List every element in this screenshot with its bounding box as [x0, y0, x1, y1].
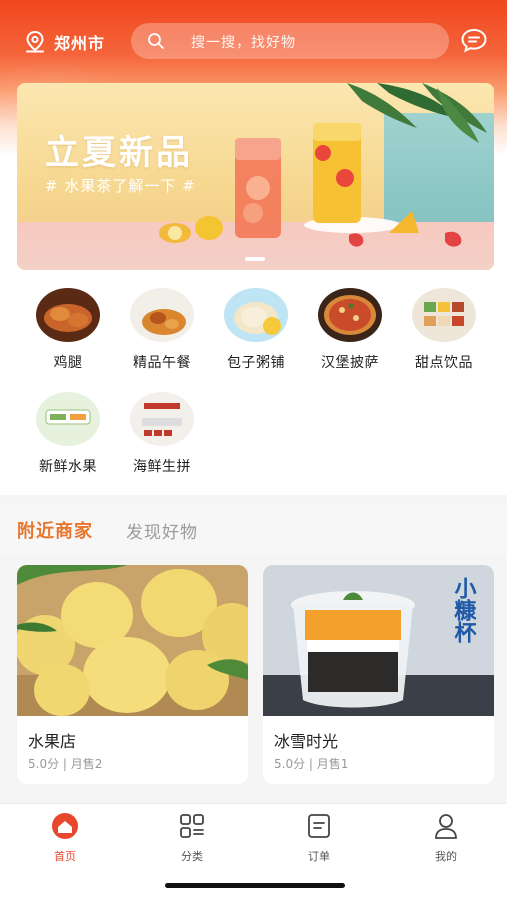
lunch-image [130, 288, 194, 342]
city-selector[interactable]: 郑州市 [54, 30, 105, 54]
drumstick-image [36, 288, 100, 342]
category-label: 鸡腿 [53, 355, 83, 371]
category-item[interactable]: 海鲜生拼 [122, 392, 202, 476]
category-item[interactable]: 新鲜水果 [28, 392, 108, 476]
tab-discover[interactable]: 发现好物 [126, 518, 198, 543]
category-item[interactable]: 包子粥铺 [216, 288, 296, 372]
search-icon [148, 33, 164, 49]
shop-card[interactable]: 小糠杯 冰雪时光 5.0分 | 月售1 [263, 565, 494, 784]
nav-label: 分类 [181, 850, 203, 863]
bun-porridge-image [224, 288, 288, 342]
banner-indicator [245, 257, 265, 261]
seafood-image [130, 392, 194, 446]
message-icon[interactable] [460, 27, 488, 53]
pear-image [17, 565, 248, 716]
home-indicator [165, 883, 345, 888]
shop-rating-sales: 5.0分 | 月售2 [28, 757, 103, 771]
category-label: 新鲜水果 [39, 459, 97, 475]
category-item[interactable]: 鸡腿 [28, 288, 108, 372]
nav-label: 首页 [54, 850, 76, 863]
banner-subtitle: # 水果茶了解一下 # [45, 177, 196, 195]
nav-home[interactable]: 首页 [35, 812, 95, 864]
dessert-cup-image: 小糠杯 [263, 565, 494, 716]
category-label: 汉堡披萨 [321, 355, 379, 371]
shop-name: 水果店 [28, 732, 77, 751]
nav-profile[interactable]: 我的 [416, 812, 476, 864]
nav-orders[interactable]: 订单 [289, 812, 349, 864]
category-grid: 鸡腿 精品午餐 包子粥铺 汉堡披萨 甜点饮品 新鲜水果 海鲜生拼 [0, 280, 507, 495]
category-label: 甜点饮品 [415, 355, 473, 371]
nav-category[interactable]: 分类 [162, 812, 222, 864]
shop-rating-sales: 5.0分 | 月售1 [274, 757, 349, 771]
pizza-image [318, 288, 382, 342]
tab-nearby-shops[interactable]: 附近商家 [17, 517, 93, 543]
header: 郑州市 搜一搜，找好物 [0, 22, 507, 62]
nav-label: 订单 [308, 850, 330, 863]
category-item[interactable]: 甜点饮品 [404, 288, 484, 372]
shop-name: 冰雪时光 [274, 732, 339, 751]
dessert-image [412, 288, 476, 342]
category-item[interactable]: 精品午餐 [122, 288, 202, 372]
shop-card[interactable]: 水果店 5.0分 | 月售2 [17, 565, 248, 784]
grid-icon [180, 814, 204, 838]
banner-title: 立夏新品 [45, 133, 193, 173]
category-label: 海鲜生拼 [133, 459, 191, 475]
user-icon [435, 814, 457, 839]
nav-label: 我的 [435, 850, 457, 863]
category-item[interactable]: 汉堡披萨 [310, 288, 390, 372]
shop-tabs: 附近商家 发现好物 [0, 505, 507, 555]
category-label: 包子粥铺 [227, 355, 285, 371]
category-label: 精品午餐 [133, 355, 191, 371]
search-input[interactable]: 搜一搜，找好物 [131, 23, 449, 59]
search-placeholder: 搜一搜，找好物 [191, 35, 296, 51]
order-icon [308, 814, 330, 838]
fresh-fruit-image [36, 392, 100, 446]
promo-banner[interactable]: 立夏新品 # 水果茶了解一下 # [17, 83, 494, 270]
dessert-cup-image-text: 小糠杯 [451, 577, 478, 643]
home-icon [52, 813, 78, 839]
location-icon[interactable] [24, 30, 46, 54]
